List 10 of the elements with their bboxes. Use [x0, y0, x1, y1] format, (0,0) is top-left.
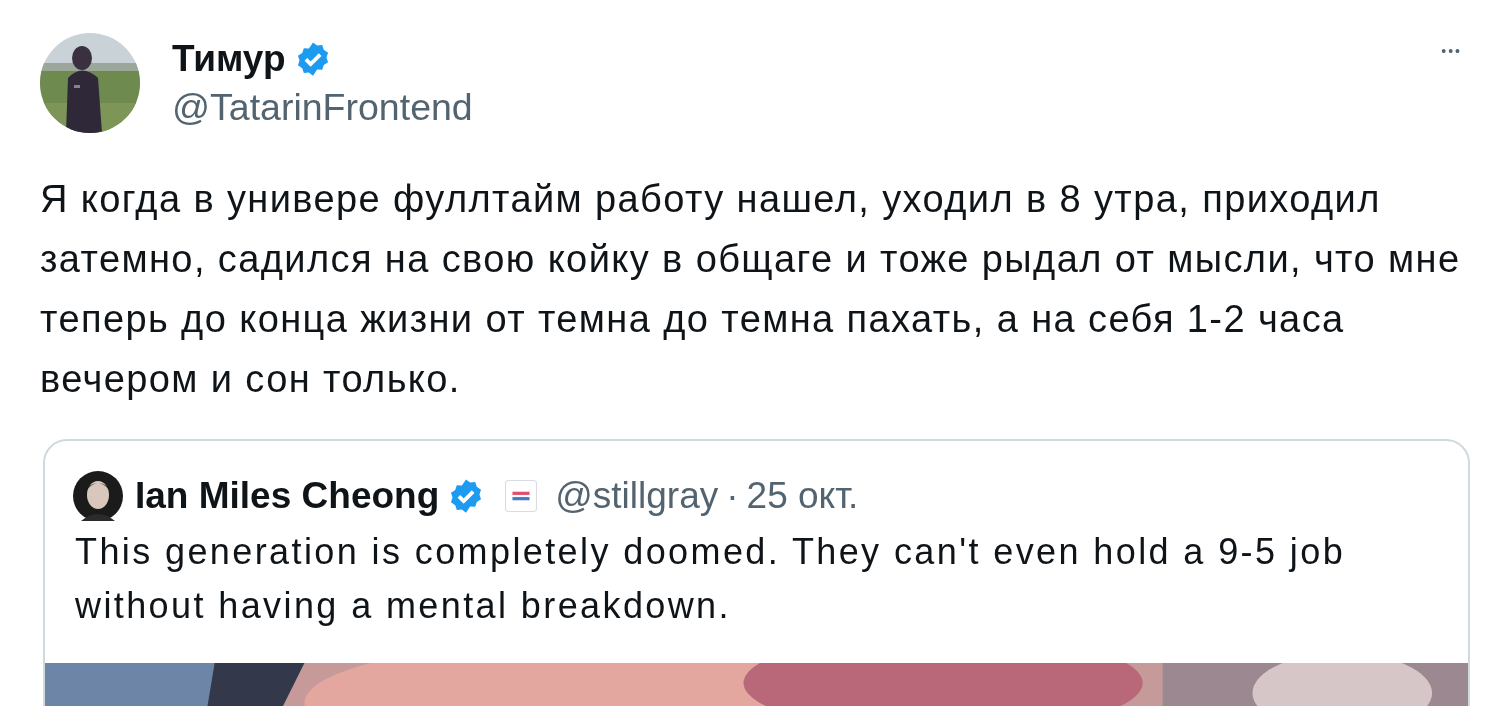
quoted-text: This generation is completely doomed. They can't even hold a 9-5 job without having a mental breakdown.	[74, 530, 1347, 628]
more-button[interactable]: •••	[1433, 39, 1470, 63]
author-handle[interactable]: @TatarinFrontend	[172, 83, 473, 131]
quoted-author-handle[interactable]: @stillgray	[555, 475, 719, 517]
separator-dot: ·	[726, 475, 739, 517]
quoted-author-name[interactable]: Ian Miles Cheong	[135, 475, 440, 517]
quoted-date: 25 окт.	[746, 475, 859, 517]
quote-card[interactable]: Ian Miles Cheong @stillgray · 25 окт. This generation is completely doomed. They can't even hold a 9-5 job without having a mental breakdown.	[43, 439, 1470, 706]
post-text: Я когда в универе фуллтайм работу нашел, уходил в 8 утра, приходил затемно, садился на свою койку в общаге и тоже рыдал от мысли, что мне теперь до конца жизни от темна до темна пахать, а на себя 1-2 часа вечером и сон только.	[40, 177, 1462, 402]
author-name[interactable]: Тимур	[172, 37, 286, 81]
